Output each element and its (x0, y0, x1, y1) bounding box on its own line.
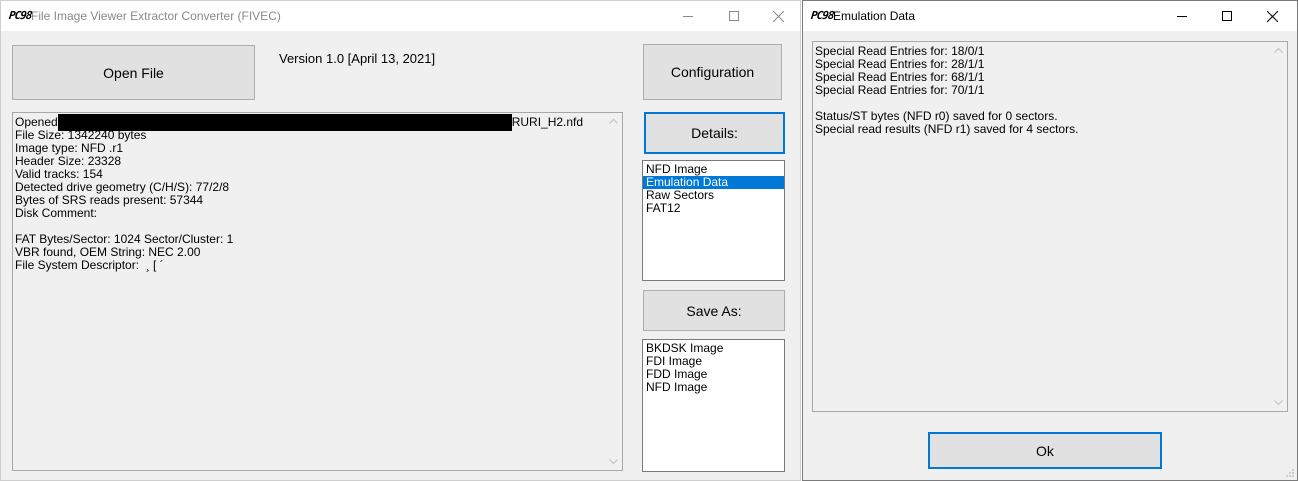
configuration-button[interactable]: Configuration (643, 44, 782, 100)
close-button[interactable] (1249, 1, 1295, 31)
list-item[interactable]: NFD Image (643, 381, 784, 394)
emulation-data-window: PC98 Emulation Data Special Read Entries… (802, 0, 1298, 481)
maximize-icon (1222, 11, 1232, 21)
info-line: Header Size: 23328 (15, 154, 122, 168)
close-icon (772, 10, 784, 22)
scroll-up-button[interactable] (605, 113, 622, 130)
emulation-data-textbox[interactable]: Special Read Entries for: 18/0/1 Special… (812, 41, 1288, 412)
minimize-button[interactable] (1159, 1, 1205, 31)
info-line: Disk Comment: (15, 206, 98, 220)
chevron-down-icon (1274, 400, 1283, 405)
close-button[interactable] (755, 1, 801, 31)
emulation-line: Special read results (NFD r1) saved for … (815, 122, 1079, 136)
ok-button[interactable]: Ok (928, 432, 1162, 469)
open-file-button[interactable]: Open File (12, 45, 255, 100)
emulation-titlebar[interactable]: PC98 Emulation Data (803, 1, 1297, 31)
emulation-scrollbar[interactable] (1270, 42, 1287, 411)
scroll-down-button[interactable] (605, 453, 622, 470)
save-format-listbox[interactable]: BKDSK Image FDI Image FDD Image NFD Imag… (642, 339, 785, 472)
scroll-down-button[interactable] (1270, 394, 1287, 411)
maximize-button[interactable] (711, 1, 757, 31)
close-icon (1266, 10, 1278, 22)
main-titlebar[interactable]: PC98 File Image Viewer Extractor Convert… (1, 1, 800, 31)
maximize-icon (729, 11, 739, 21)
chevron-down-icon (609, 459, 618, 464)
emulation-data-content: Special Read Entries for: 18/0/1 Special… (815, 45, 1269, 136)
opened-filename: RURI_H2.nfd (511, 115, 584, 129)
pc98-app-icon: PC98 (810, 9, 835, 22)
resize-grip-icon[interactable] (1285, 468, 1295, 478)
scroll-up-button[interactable] (1270, 42, 1287, 59)
emulation-line: Special Read Entries for: 70/1/1 (815, 83, 985, 97)
save-as-button[interactable]: Save As: (643, 290, 785, 331)
maximize-button[interactable] (1204, 1, 1250, 31)
minimize-icon (1177, 16, 1187, 17)
details-listbox[interactable]: NFD Image Emulation Data Raw Sectors FAT… (642, 160, 785, 281)
pc98-app-icon: PC98 (8, 9, 33, 22)
minimize-icon (683, 16, 693, 17)
file-info-textbox[interactable]: Opened RURI_H2.nfd File Size: 1342240 byt… (12, 112, 623, 471)
main-window-title: File Image Viewer Extractor Converter (F… (31, 9, 281, 23)
chevron-up-icon (609, 119, 618, 124)
chevron-up-icon (1274, 48, 1283, 53)
info-line: File System Descriptor: ¸ [ ´ (15, 258, 164, 272)
details-button[interactable]: Details: (644, 112, 785, 154)
file-info-scrollbar[interactable] (605, 113, 622, 470)
minimize-button[interactable] (665, 1, 711, 31)
list-item[interactable]: FAT12 (643, 202, 784, 215)
version-label: Version 1.0 [April 13, 2021] (279, 51, 436, 66)
main-window: PC98 File Image Viewer Extractor Convert… (0, 0, 801, 481)
emulation-window-title: Emulation Data (833, 9, 916, 23)
opened-prefix: Opened (15, 115, 58, 129)
file-info-content: Opened RURI_H2.nfd File Size: 1342240 byt… (15, 114, 604, 272)
info-line: Bytes of SRS reads present: 57344 (15, 193, 204, 207)
